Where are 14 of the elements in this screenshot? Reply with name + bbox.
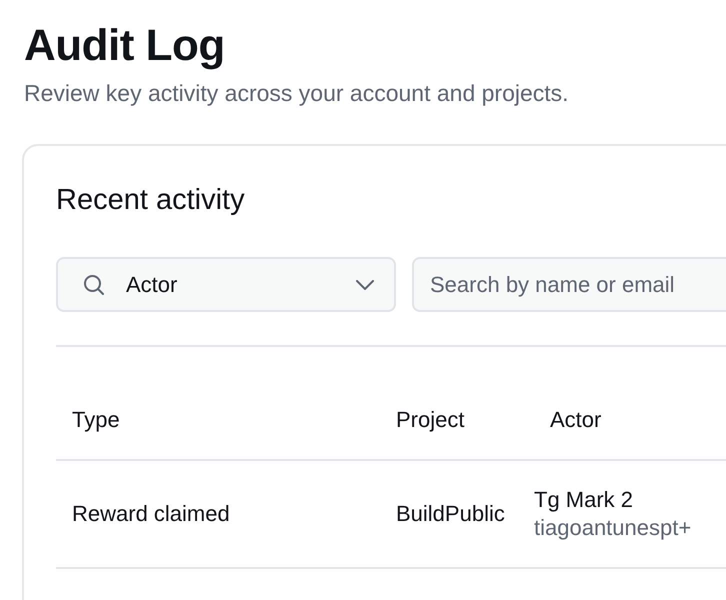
column-header: Project [395, 406, 466, 433]
column-header: Type [71, 406, 121, 433]
actor-name: Tg Mark 2 [534, 486, 634, 514]
page-subtitle: Review key activity across your account and projects. [24, 79, 570, 108]
actor-email: tiagoantunespt+ [534, 514, 692, 542]
search-field[interactable]: Search by name or email [412, 257, 726, 312]
chevron-down-icon [356, 280, 374, 290]
column-header: Actor [549, 406, 602, 433]
filter-dropdown[interactable]: Actor [56, 257, 396, 312]
search-icon [82, 272, 106, 296]
table-cell-text: Reward claimed [71, 501, 231, 527]
card-title: Recent activity [56, 183, 246, 218]
page-title: Audit Log [24, 20, 226, 72]
table-cell-text: BuildPublic [395, 501, 506, 527]
